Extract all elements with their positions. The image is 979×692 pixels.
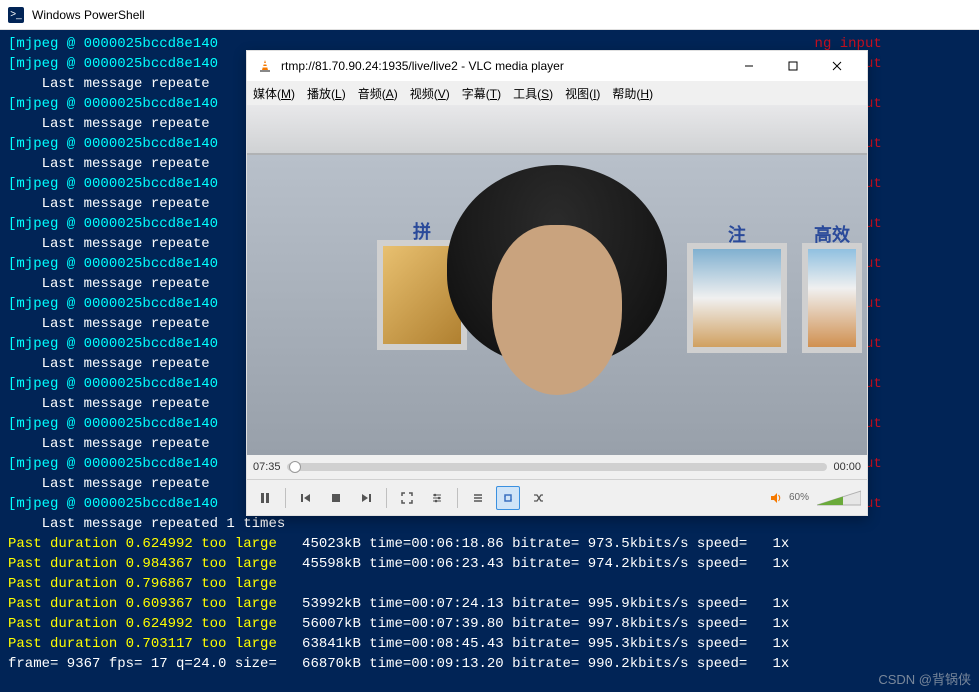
control-bar: 60%	[247, 479, 867, 515]
stop-button[interactable]	[324, 486, 348, 510]
separator	[457, 488, 458, 508]
maximize-button[interactable]	[771, 51, 815, 81]
powershell-title: Windows PowerShell	[32, 8, 145, 22]
minimize-button[interactable]	[727, 51, 771, 81]
vlc-menubar: 媒体(M) 播放(L) 音频(A) 视频(V) 字幕(T) 工具(S) 视图(I) 帮助(H)	[247, 81, 867, 105]
terminal-line: Past duration 0.624992 too large 45023kB…	[8, 534, 971, 554]
menu-item[interactable]: 视图(I)	[565, 85, 600, 102]
extended-settings-button[interactable]	[425, 486, 449, 510]
menu-item[interactable]: 音频(A)	[358, 85, 398, 102]
powershell-titlebar[interactable]: >_ Windows PowerShell	[0, 0, 979, 30]
menu-item[interactable]: 播放(L)	[307, 85, 346, 102]
terminal-line: Past duration 0.609367 too large 53992kB…	[8, 594, 971, 614]
terminal-line: Past duration 0.624992 too large 56007kB…	[8, 614, 971, 634]
video-content	[492, 225, 622, 395]
pause-button[interactable]	[253, 486, 277, 510]
vlc-titlebar[interactable]: rtmp://81.70.90.24:1935/live/live2 - VLC…	[247, 51, 867, 81]
time-elapsed[interactable]: 07:35	[253, 461, 281, 473]
terminal-line: Past duration 0.703117 too large 63841kB…	[8, 634, 971, 654]
menu-item[interactable]: 视频(V)	[410, 85, 450, 102]
menu-item[interactable]: 工具(S)	[513, 85, 553, 102]
next-button[interactable]	[354, 486, 378, 510]
previous-button[interactable]	[294, 486, 318, 510]
separator	[386, 488, 387, 508]
vlc-title: rtmp://81.70.90.24:1935/live/live2 - VLC…	[281, 59, 727, 73]
terminal-line: Past duration 0.796867 too large	[8, 574, 971, 594]
menu-item[interactable]: 帮助(H)	[612, 85, 653, 102]
terminal-line: Last message repeated 1 times	[8, 514, 971, 534]
powershell-icon: >_	[8, 7, 24, 23]
close-button[interactable]	[815, 51, 859, 81]
seek-slider[interactable]	[287, 463, 828, 471]
video-area[interactable]: 拼 注 高效	[247, 105, 867, 455]
fullscreen-button[interactable]	[395, 486, 419, 510]
terminal-line: Past duration 0.984367 too large 45598kB…	[8, 554, 971, 574]
watermark: CSDN @背锅侠	[878, 669, 971, 688]
terminal-line: frame= 9367 fps= 17 q=24.0 size= 66870kB…	[8, 654, 971, 674]
speaker-icon[interactable]	[769, 491, 783, 505]
vlc-window: rtmp://81.70.90.24:1935/live/live2 - VLC…	[246, 50, 868, 516]
menu-item[interactable]: 媒体(M)	[253, 85, 295, 102]
loop-button[interactable]	[496, 486, 520, 510]
vlc-cone-icon	[257, 58, 273, 74]
playlist-button[interactable]	[466, 486, 490, 510]
video-content: 高效	[802, 243, 862, 353]
time-remaining[interactable]: 00:00	[833, 461, 861, 473]
shuffle-button[interactable]	[526, 486, 550, 510]
menu-item[interactable]: 字幕(T)	[462, 85, 501, 102]
video-content	[247, 105, 867, 155]
video-content: 注	[687, 243, 787, 353]
seek-thumb[interactable]	[289, 461, 301, 473]
volume-slider[interactable]	[817, 489, 861, 507]
volume-percent: 60%	[789, 492, 809, 503]
seek-bar-row: 07:35 00:00	[247, 455, 867, 479]
separator	[285, 488, 286, 508]
